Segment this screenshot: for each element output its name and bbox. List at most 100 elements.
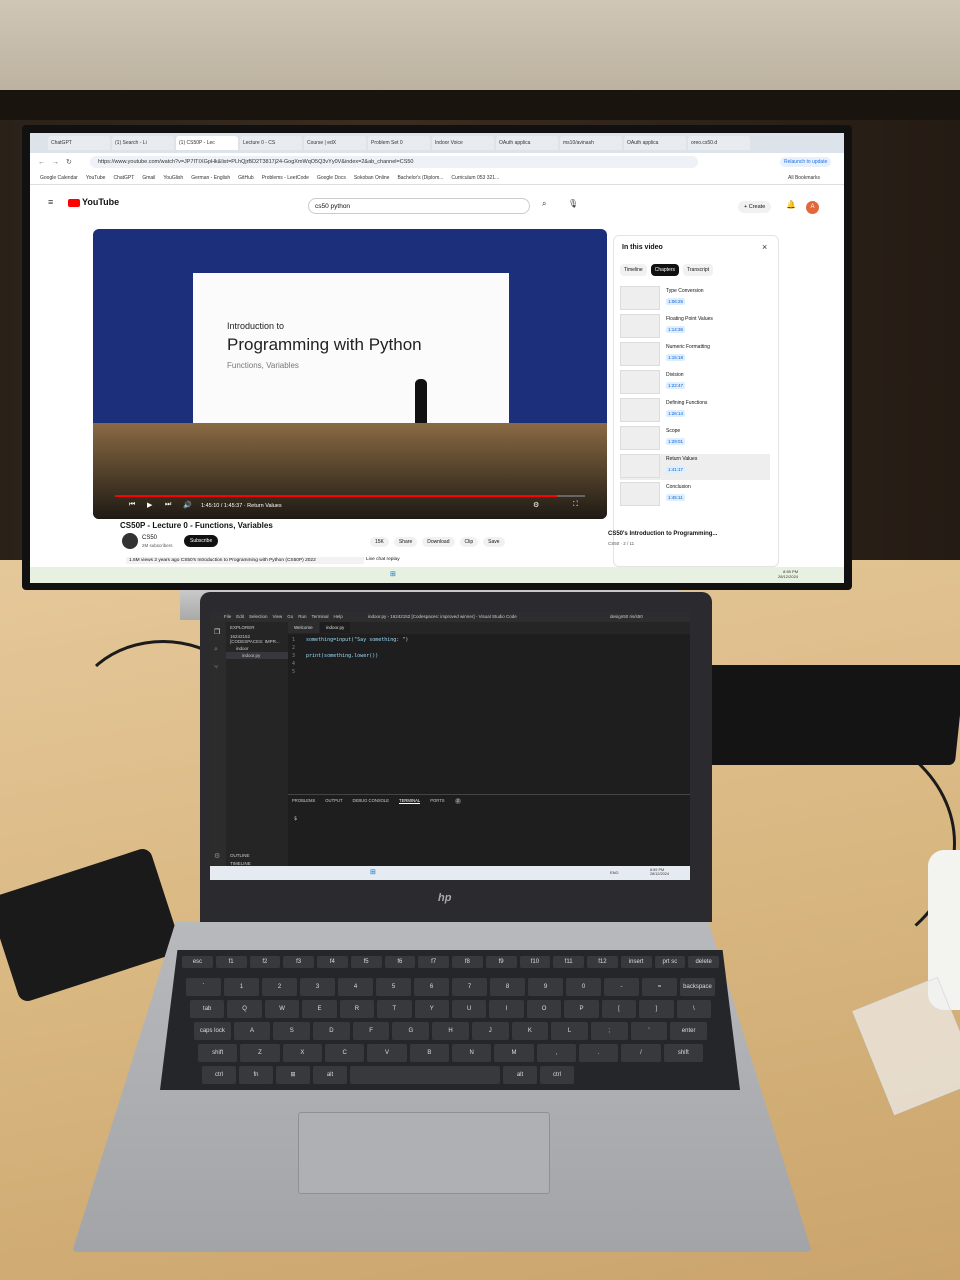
chapter-time[interactable]: 1:22:47	[666, 382, 686, 389]
video-progress-bar[interactable]	[115, 495, 585, 497]
chapter-item[interactable]: Division 1:22:47	[620, 370, 770, 396]
url-field[interactable]: https://www.youtube.com/watch?v=JP7ITIXG…	[90, 156, 698, 168]
key[interactable]: 6	[414, 978, 449, 996]
key[interactable]: I	[489, 1000, 524, 1018]
key[interactable]: f10	[519, 956, 551, 968]
key[interactable]: '	[630, 1022, 668, 1040]
key[interactable]: S	[273, 1022, 311, 1040]
bookmark-item[interactable]: Sokoban Online	[354, 175, 390, 181]
menu-item[interactable]: Terminal	[312, 614, 329, 619]
key[interactable]: backspace	[680, 978, 715, 996]
bookmark-item[interactable]: Gmail	[142, 175, 155, 181]
menu-icon[interactable]: ≡	[48, 197, 53, 207]
key[interactable]: f8	[452, 956, 483, 968]
reload-icon[interactable]: ↻	[66, 158, 72, 166]
bookmark-item[interactable]: Problems - LeetCode	[262, 175, 309, 181]
chapter-time[interactable]: 1:41:17	[666, 466, 686, 473]
bookmark-item[interactable]: Curriculum 053 321...	[451, 175, 499, 181]
key[interactable]: L	[551, 1022, 588, 1040]
panel-tab[interactable]: PORTS	[430, 798, 444, 804]
key[interactable]: 9	[528, 978, 563, 996]
key[interactable]: shift	[198, 1044, 238, 1062]
menu-item[interactable]: Run	[298, 614, 306, 619]
playlist-title[interactable]: CS50's Introduction to Programming...	[608, 531, 717, 537]
key[interactable]: `	[186, 978, 221, 996]
key[interactable]: alt	[503, 1066, 537, 1084]
key[interactable]: f3	[283, 956, 314, 968]
browser-tab[interactable]: Problem Set 0	[368, 136, 430, 150]
key[interactable]: ;	[590, 1022, 628, 1040]
settings-gear-icon[interactable]: ⚙	[214, 852, 220, 860]
key[interactable]: E	[302, 1000, 337, 1018]
bookmark-item[interactable]: YouTube	[86, 175, 106, 181]
bookmark-item[interactable]: ChatGPT	[113, 175, 134, 181]
action-button[interactable]: Share	[393, 537, 418, 547]
key[interactable]: fn	[239, 1066, 273, 1084]
key[interactable]: N	[452, 1044, 492, 1062]
back-icon[interactable]: ←	[38, 159, 45, 166]
menu-item[interactable]: View	[273, 614, 283, 619]
settings-icon[interactable]: ⚙	[533, 501, 539, 509]
action-button[interactable]: Clip	[459, 537, 479, 547]
folder-indoor[interactable]: indoor	[226, 645, 288, 652]
key[interactable]: \	[676, 1000, 711, 1018]
chapter-item[interactable]: Type Conversion 1:06:25	[620, 286, 770, 312]
key[interactable]: M	[494, 1044, 534, 1062]
key[interactable]: K	[511, 1022, 549, 1040]
key[interactable]: 0	[566, 978, 601, 996]
file-indoor-py[interactable]: indoor.py	[226, 652, 288, 659]
key[interactable]: H	[432, 1022, 469, 1040]
key[interactable]: 5	[376, 978, 411, 996]
key[interactable]: [	[601, 1000, 637, 1018]
key[interactable]: T	[377, 1000, 412, 1018]
action-button[interactable]: Download	[422, 537, 455, 547]
explorer-icon[interactable]: ❐	[214, 628, 220, 636]
key[interactable]: f11	[553, 956, 584, 968]
terminal-prompt[interactable]: $	[294, 816, 297, 822]
chapter-time[interactable]: 1:06:25	[666, 298, 686, 305]
panel-tab[interactable]: PROBLEMS	[292, 798, 315, 804]
key[interactable]: W	[264, 1000, 300, 1018]
bell-icon[interactable]: 🔔	[786, 200, 796, 209]
browser-tab[interactable]: oreo.cs50.d	[688, 136, 750, 150]
create-button[interactable]: + Create	[738, 201, 772, 213]
panel-tab[interactable]: DEBUG CONSOLE	[353, 798, 390, 804]
action-button[interactable]: 15K	[370, 537, 389, 547]
key[interactable]: .	[579, 1044, 619, 1062]
forward-icon[interactable]: →	[52, 159, 59, 166]
chapter-time[interactable]: 1:29:01	[666, 438, 686, 445]
key[interactable]: D	[313, 1022, 350, 1040]
channel-name[interactable]: CS50	[142, 535, 157, 541]
key[interactable]: O	[526, 1000, 562, 1018]
key[interactable]: R	[339, 1000, 375, 1018]
key[interactable]: Z	[240, 1044, 280, 1062]
key[interactable]: f6	[384, 956, 416, 968]
key[interactable]: f5	[350, 956, 382, 968]
key[interactable]: 7	[452, 978, 487, 996]
key[interactable]: Q	[227, 1000, 262, 1018]
close-icon[interactable]: ×	[762, 242, 767, 252]
key[interactable]: V	[367, 1044, 407, 1062]
menu-item[interactable]: Edit	[236, 614, 244, 619]
chapter-item[interactable]: Conclusion 1:45:11	[620, 482, 770, 508]
volume-icon[interactable]: 🔊	[183, 501, 192, 509]
panel-tab[interactable]: OUTPUT	[325, 798, 342, 804]
chapter-time[interactable]: 1:26:14	[666, 410, 686, 417]
workspace-folder[interactable]: 16242152 [CODESPACES: IMPR...	[226, 633, 288, 645]
video-player[interactable]: Introduction to Programming with Python …	[93, 229, 607, 519]
key[interactable]: B	[409, 1044, 449, 1062]
browser-tab[interactable]: ChatGPT	[48, 136, 110, 150]
chapter-time[interactable]: 1:45:11	[666, 494, 685, 501]
browser-tab[interactable]: Indoor Voice	[432, 136, 494, 150]
chapter-time[interactable]: 1:14:36	[666, 326, 686, 333]
key[interactable]: C	[325, 1044, 365, 1062]
touchpad[interactable]	[298, 1112, 550, 1194]
key[interactable]: enter	[670, 1022, 707, 1040]
key[interactable]: prt sc	[654, 956, 686, 968]
tab-indoor-py[interactable]: indoor.py	[319, 622, 351, 633]
mic-icon[interactable]: 🎙	[568, 199, 578, 208]
bookmark-item[interactable]: Bachelor's (Diplom...	[397, 175, 443, 181]
youtube-logo[interactable]: YouTube	[68, 197, 119, 207]
key[interactable]: ctrl	[202, 1066, 236, 1084]
key[interactable]: ,	[536, 1044, 576, 1062]
